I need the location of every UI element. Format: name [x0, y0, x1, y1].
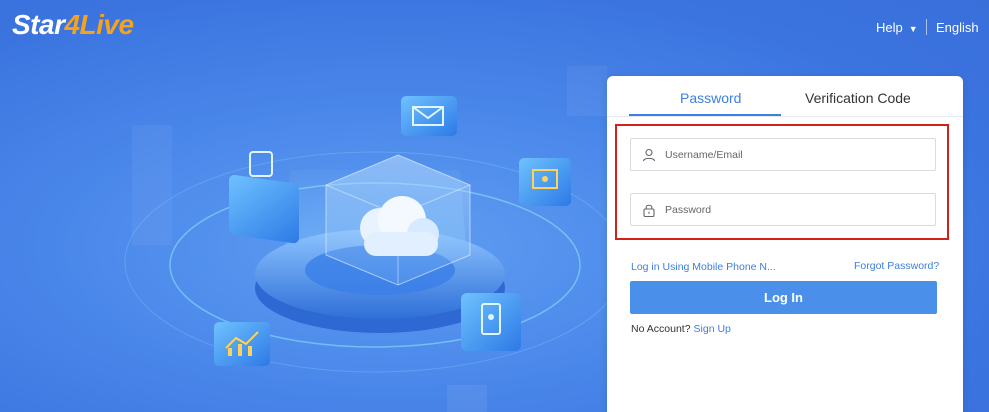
help-label: Help	[876, 20, 903, 35]
monitor-tile	[519, 158, 571, 206]
username-input[interactable]	[663, 147, 927, 162]
login-page: Star4Live Help ▼ English Password Verifi…	[0, 0, 989, 412]
mail-tile	[401, 96, 457, 136]
cloud-illustration	[124, 66, 620, 412]
no-account-text: No Account?	[631, 323, 691, 335]
camera-tile	[229, 151, 299, 244]
password-field[interactable]	[630, 193, 936, 226]
active-tab-indicator	[629, 114, 781, 116]
help-menu[interactable]: Help ▼	[876, 20, 918, 35]
user-icon	[641, 147, 657, 163]
language-selector[interactable]: English	[936, 20, 979, 35]
header-divider	[926, 19, 927, 35]
forgot-password-link[interactable]: Forgot Password?	[854, 260, 939, 272]
username-field[interactable]	[630, 138, 936, 171]
tab-verification-code[interactable]: Verification Code	[805, 90, 911, 106]
login-card: Password Verification Code Log in Using …	[607, 76, 963, 412]
bg-block	[447, 385, 487, 412]
sign-up-link[interactable]: Sign Up	[694, 323, 731, 335]
login-tabs: Password Verification Code	[607, 76, 963, 117]
chart-tile	[214, 322, 270, 366]
lock-icon	[641, 202, 657, 218]
caret-down-icon: ▼	[908, 24, 918, 34]
bg-block	[567, 66, 607, 116]
phone-tile	[461, 293, 521, 351]
tab-password[interactable]: Password	[680, 90, 741, 106]
password-input[interactable]	[663, 202, 927, 217]
no-account-row: No Account? Sign Up	[631, 323, 731, 335]
login-button[interactable]: Log In	[630, 281, 937, 314]
mobile-login-link[interactable]: Log in Using Mobile Phone N...	[631, 261, 776, 273]
